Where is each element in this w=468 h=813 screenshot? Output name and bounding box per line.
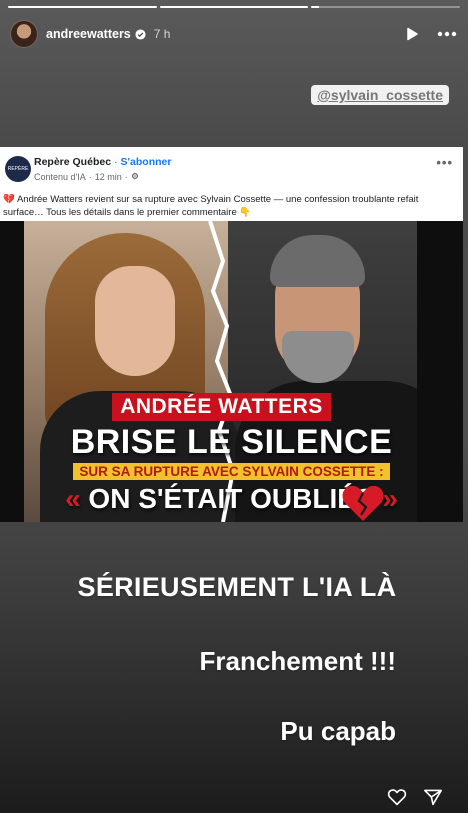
caption-3: Pu capab xyxy=(280,716,396,746)
avatar[interactable] xyxy=(10,20,38,48)
facebook-post-card: REPÈRE Repère Québec · S'abonner Contenu d… xyxy=(0,147,463,522)
post-meta: Contenu d'IA · 12 min · xyxy=(34,172,139,182)
progress-segment xyxy=(159,6,309,8)
post-text: 💔 Andrée Watters revient sur sa rupture … xyxy=(3,194,419,218)
progress-segment xyxy=(311,6,461,8)
caption-1: SÉRIEUSEMENT L'IA LÀ xyxy=(77,572,397,602)
play-icon[interactable] xyxy=(402,24,422,44)
progress-segment xyxy=(8,6,157,8)
subscribe-link[interactable]: S'abonner xyxy=(121,156,172,168)
gear-icon xyxy=(131,172,139,182)
story-header: andreewatters 7 h xyxy=(10,18,458,50)
page-name-line: Repère Québec · S'abonner xyxy=(34,156,172,168)
headline-main: BRISE LE SILENCE xyxy=(70,423,393,461)
post-time: 12 min xyxy=(94,172,122,182)
username[interactable]: andreewatters xyxy=(46,27,131,41)
post-more-icon[interactable]: ••• xyxy=(436,155,453,170)
heart-icon[interactable] xyxy=(386,786,408,808)
page-logo[interactable]: REPÈRE xyxy=(5,156,31,182)
send-icon[interactable] xyxy=(422,786,444,808)
headline-name: ANDRÉE WATTERS xyxy=(112,393,331,421)
headline-sub: SUR SA RUPTURE AVEC SYLVAIN COSSETTE : xyxy=(73,463,390,480)
story-progress xyxy=(8,6,461,8)
story-actions xyxy=(386,786,444,808)
post-image: ANDRÉE WATTERS BRISE LE SILENCE SUR SA R… xyxy=(0,221,463,522)
headline-overlay: ANDRÉE WATTERS BRISE LE SILENCE SUR SA R… xyxy=(0,393,463,515)
story-time: 7 h xyxy=(153,27,171,41)
more-icon[interactable] xyxy=(436,24,458,44)
page-name[interactable]: Repère Québec xyxy=(34,156,111,168)
post-header: REPÈRE Repère Québec · S'abonner Contenu d… xyxy=(0,147,463,193)
caption-2: Franchement !!! xyxy=(199,646,396,676)
headline-quote: « ON S'ÉTAIT OUBLIÉS » xyxy=(65,483,398,514)
mention-sticker[interactable]: @sylvain_cossette xyxy=(311,85,449,105)
verified-badge-icon xyxy=(135,28,146,40)
post-source: Contenu d'IA xyxy=(34,172,86,182)
broken-heart-icon xyxy=(342,485,384,521)
